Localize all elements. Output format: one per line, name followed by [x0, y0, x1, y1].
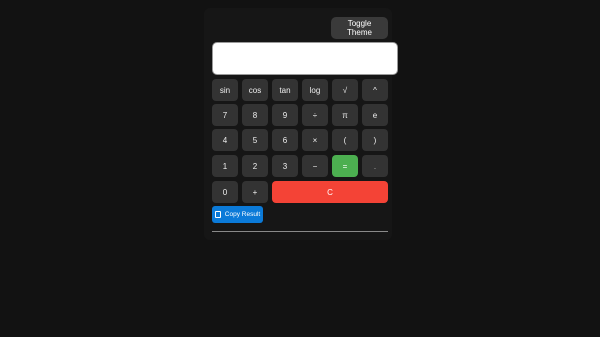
digit-9-button[interactable]: 9	[272, 104, 298, 126]
minus-button[interactable]: −	[302, 155, 328, 177]
digit-6-button[interactable]: 6	[272, 129, 298, 151]
clipboard-icon	[214, 211, 221, 218]
digit-5-button[interactable]: 5	[242, 129, 268, 151]
digit-7-button[interactable]: 7	[212, 104, 238, 126]
toggle-theme-button[interactable]: Toggle Theme	[331, 17, 388, 39]
clear-button[interactable]: C	[272, 181, 388, 203]
digit-4-button[interactable]: 4	[212, 129, 238, 151]
cos-button[interactable]: cos	[242, 79, 268, 101]
tan-button[interactable]: tan	[272, 79, 298, 101]
digit-3-button[interactable]: 3	[272, 155, 298, 177]
calculator-display[interactable]	[212, 42, 398, 75]
plus-button[interactable]: +	[242, 181, 268, 203]
sin-button[interactable]: sin	[212, 79, 238, 101]
digit-1-button[interactable]: 1	[212, 155, 238, 177]
euler-button[interactable]: e	[362, 104, 388, 126]
result-divider	[212, 231, 388, 232]
log-button[interactable]: log	[302, 79, 328, 101]
equals-button[interactable]: =	[332, 155, 358, 177]
digit-0-button[interactable]: 0	[212, 181, 238, 203]
left-paren-button[interactable]: (	[332, 129, 358, 151]
power-button[interactable]: ^	[362, 79, 388, 101]
copy-result-label: Copy Result	[224, 211, 261, 218]
copy-result-button[interactable]: Copy Result	[212, 206, 263, 223]
digit-2-button[interactable]: 2	[242, 155, 268, 177]
sqrt-button[interactable]: √	[332, 79, 358, 101]
pi-button[interactable]: π	[332, 104, 358, 126]
digit-8-button[interactable]: 8	[242, 104, 268, 126]
decimal-button[interactable]: .	[362, 155, 388, 177]
divide-button[interactable]: ÷	[302, 104, 328, 126]
multiply-button[interactable]: ×	[302, 129, 328, 151]
right-paren-button[interactable]: )	[362, 129, 388, 151]
